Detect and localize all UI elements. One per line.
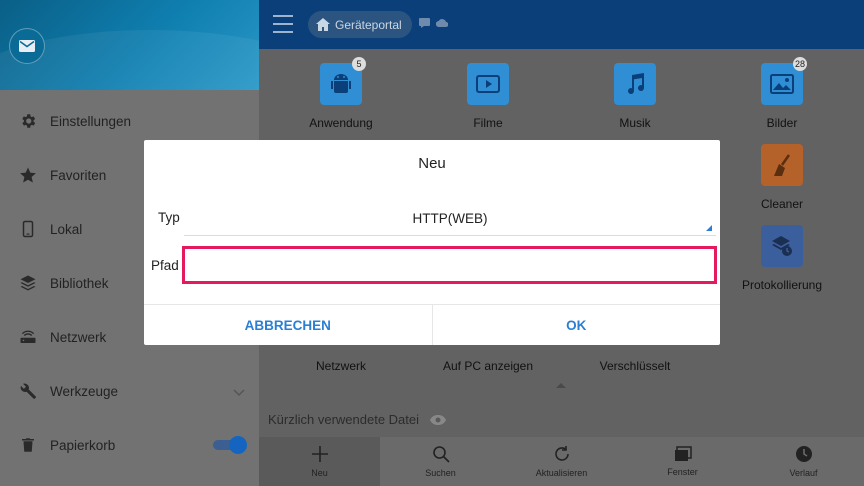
grid-item-label: Bilder bbox=[766, 116, 798, 130]
recycle-bin-toggle[interactable] bbox=[213, 436, 247, 454]
refresh-button[interactable]: Aktualisieren bbox=[501, 437, 622, 486]
grid-item-protokollierung[interactable]: Protokollierung bbox=[722, 225, 842, 292]
log-icon bbox=[761, 225, 803, 267]
ok-button[interactable]: OK bbox=[431, 305, 721, 345]
dialog-title: Neu bbox=[418, 155, 446, 172]
sidebar-item-label: Bibliothek bbox=[50, 275, 109, 291]
grid-item-label: Auf PC anzeigen bbox=[442, 359, 534, 373]
sidebar-item-label: Netzwerk bbox=[50, 329, 107, 345]
grid-item-label: Cleaner bbox=[760, 197, 804, 211]
refresh-icon bbox=[554, 446, 569, 461]
mail-button[interactable] bbox=[9, 28, 45, 64]
gear-icon bbox=[18, 111, 38, 131]
phone-icon bbox=[18, 219, 38, 239]
grid-item-musik[interactable]: Musik bbox=[575, 63, 695, 130]
android-icon: 5 bbox=[320, 57, 366, 105]
new-label: Neu bbox=[311, 468, 328, 478]
sidebar-item-label: Werkzeuge bbox=[50, 383, 119, 399]
count-badge: 28 bbox=[792, 57, 807, 71]
grid-item-cleaner[interactable]: Cleaner bbox=[722, 144, 842, 211]
path-input[interactable] bbox=[182, 246, 717, 284]
cloud-icon[interactable] bbox=[436, 18, 448, 27]
menu-icon[interactable] bbox=[273, 15, 293, 33]
toolbar: Geräteportal bbox=[259, 0, 864, 49]
new-button[interactable]: Neu bbox=[259, 437, 380, 486]
wrench-icon bbox=[18, 381, 38, 401]
bottom-toolbar: Neu Suchen Aktualisieren Fenster Verlauf bbox=[259, 437, 864, 486]
image-icon: 28 bbox=[761, 57, 807, 105]
eye-icon[interactable] bbox=[429, 414, 447, 426]
dialog-actions: ABBRECHEN OK bbox=[144, 304, 720, 345]
windows-label: Fenster bbox=[667, 467, 698, 477]
type-label: Typ bbox=[158, 210, 180, 225]
router-icon bbox=[18, 327, 38, 347]
grid-item-label: Musik bbox=[619, 116, 651, 130]
layers-icon bbox=[18, 273, 38, 293]
plus-icon bbox=[311, 446, 328, 462]
refresh-label: Aktualisieren bbox=[535, 468, 588, 478]
grid-item-label: Anwendung bbox=[309, 116, 373, 130]
mail-icon bbox=[19, 40, 35, 52]
sidebar-item-werkzeuge[interactable]: Werkzeuge bbox=[0, 364, 259, 418]
sidebar-item-papierkorb[interactable]: Papierkorb bbox=[0, 418, 259, 472]
grid-item-anwendung[interactable]: 5 Anwendung bbox=[281, 57, 401, 130]
trash-icon bbox=[18, 435, 38, 455]
sidebar-item-label: Lokal bbox=[50, 221, 83, 237]
grid-item-label: Protokollierung bbox=[741, 278, 823, 292]
dropdown-arrow-icon bbox=[706, 225, 712, 231]
broom-icon bbox=[761, 144, 803, 186]
chevron-down-icon[interactable] bbox=[233, 384, 245, 402]
grid-item-bilder[interactable]: 28 Bilder bbox=[722, 57, 842, 130]
grid-item-label: Netzwerk bbox=[315, 359, 366, 373]
search-button[interactable]: Suchen bbox=[380, 437, 501, 486]
collapse-arrow-icon[interactable] bbox=[556, 383, 566, 388]
drawer-header bbox=[0, 0, 259, 90]
clock-icon bbox=[795, 446, 812, 462]
type-select-value: HTTP(WEB) bbox=[412, 211, 488, 226]
count-badge: 5 bbox=[352, 57, 366, 71]
history-label: Verlauf bbox=[789, 468, 818, 478]
grid-item-label: Verschlüsselt bbox=[599, 359, 671, 373]
new-connection-dialog: Neu Typ HTTP(WEB) Pfad ABBRECHEN OK bbox=[144, 140, 720, 345]
star-icon bbox=[18, 165, 38, 185]
type-select[interactable]: HTTP(WEB) bbox=[184, 202, 716, 236]
toolbar-extras bbox=[419, 18, 448, 28]
film-icon bbox=[467, 63, 509, 105]
chat-icon[interactable] bbox=[419, 18, 430, 28]
windows-icon bbox=[674, 446, 692, 461]
grid-item-label: Filme bbox=[473, 116, 503, 130]
breadcrumb[interactable]: Geräteportal bbox=[308, 11, 412, 38]
sidebar-item-label: Einstellungen bbox=[50, 113, 132, 129]
recent-files-label: Kürzlich verwendete Datei bbox=[268, 412, 420, 427]
music-icon bbox=[614, 63, 656, 105]
cancel-button[interactable]: ABBRECHEN bbox=[144, 305, 432, 345]
search-icon bbox=[432, 446, 450, 463]
path-label: Pfad bbox=[151, 258, 179, 273]
search-label: Suchen bbox=[425, 468, 456, 478]
home-icon bbox=[316, 18, 330, 31]
windows-button[interactable]: Fenster bbox=[622, 437, 743, 486]
breadcrumb-label: Geräteportal bbox=[335, 17, 402, 32]
history-button[interactable]: Verlauf bbox=[743, 437, 864, 486]
sidebar-item-label: Favoriten bbox=[50, 167, 107, 183]
recent-files-header[interactable]: Kürzlich verwendete Datei bbox=[268, 412, 447, 427]
grid-item-filme[interactable]: Filme bbox=[428, 63, 548, 130]
sidebar-item-label: Papierkorb bbox=[50, 437, 116, 453]
